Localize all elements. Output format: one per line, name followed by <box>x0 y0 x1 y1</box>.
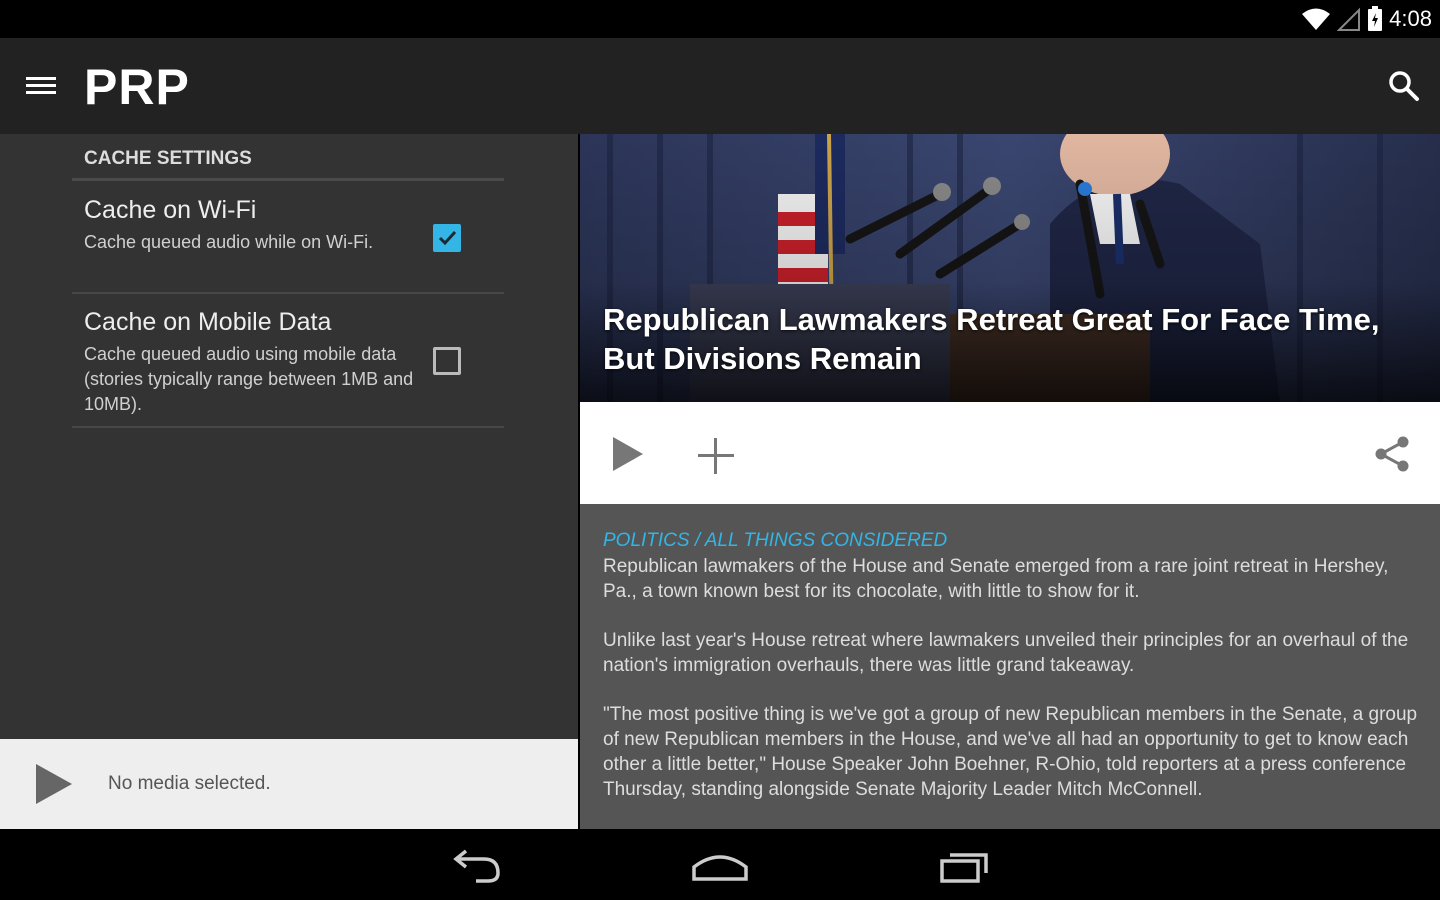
story-paragraph: Unlike last year's House retreat where l… <box>603 630 1409 676</box>
hamburger-menu-icon[interactable] <box>22 68 62 104</box>
battery-icon <box>1368 6 1383 31</box>
cache-wifi-checkbox[interactable] <box>433 224 461 252</box>
story-pane: Republican Lawmakers Retreat Great For F… <box>580 134 1440 829</box>
story-body: POLITICS / ALL THINGS CONSIDERED Republi… <box>603 528 1418 826</box>
story-action-bar <box>580 402 1440 504</box>
add-icon[interactable] <box>696 436 736 476</box>
story-headline[interactable]: Republican Lawmakers Retreat Great For F… <box>603 300 1423 378</box>
section-header: CACHE SETTINGS <box>84 148 252 169</box>
signal-icon <box>1337 7 1361 31</box>
pref-summary: Cache queued audio using mobile data (st… <box>84 344 414 414</box>
pref-cache-wifi[interactable]: Cache on Wi-Fi Cache queued audio while … <box>72 182 504 294</box>
pref-summary: Cache queued audio while on Wi-Fi. <box>84 232 374 252</box>
home-icon[interactable] <box>690 843 750 887</box>
app-bar: PRP <box>0 38 1440 134</box>
play-icon[interactable] <box>32 761 76 807</box>
pref-cache-mobile-data[interactable]: Cache on Mobile Data Cache queued audio … <box>72 294 504 428</box>
app-title: PRP <box>84 59 190 115</box>
pref-title: Cache on Wi-Fi <box>84 196 257 224</box>
cache-mobile-data-checkbox[interactable] <box>433 347 461 375</box>
mini-player: No media selected. <box>0 739 578 829</box>
story-category-link[interactable]: POLITICS / ALL THINGS CONSIDERED <box>603 528 1418 554</box>
story-paragraph: "The most positive thing is we've got a … <box>603 704 1418 800</box>
story-paragraph: Republican lawmakers of the House and Se… <box>603 556 1389 602</box>
status-clock: 4:08 <box>1389 6 1432 31</box>
wifi-icon <box>1302 8 1331 30</box>
play-icon[interactable] <box>610 436 646 472</box>
search-icon[interactable] <box>1386 68 1422 104</box>
story-hero-image[interactable]: Republican Lawmakers Retreat Great For F… <box>580 134 1440 402</box>
status-bar: 4:08 <box>0 0 1440 38</box>
section-divider <box>72 178 504 181</box>
status-icons: 4:08 <box>1301 4 1432 34</box>
share-icon[interactable] <box>1372 434 1412 474</box>
settings-pane: CACHE SETTINGS Cache on Wi-Fi Cache queu… <box>0 134 578 739</box>
recents-icon[interactable] <box>934 843 994 887</box>
navigation-bar <box>0 829 1440 900</box>
mini-player-status: No media selected. <box>108 773 271 794</box>
pref-title: Cache on Mobile Data <box>84 308 332 336</box>
back-icon[interactable] <box>448 843 508 887</box>
